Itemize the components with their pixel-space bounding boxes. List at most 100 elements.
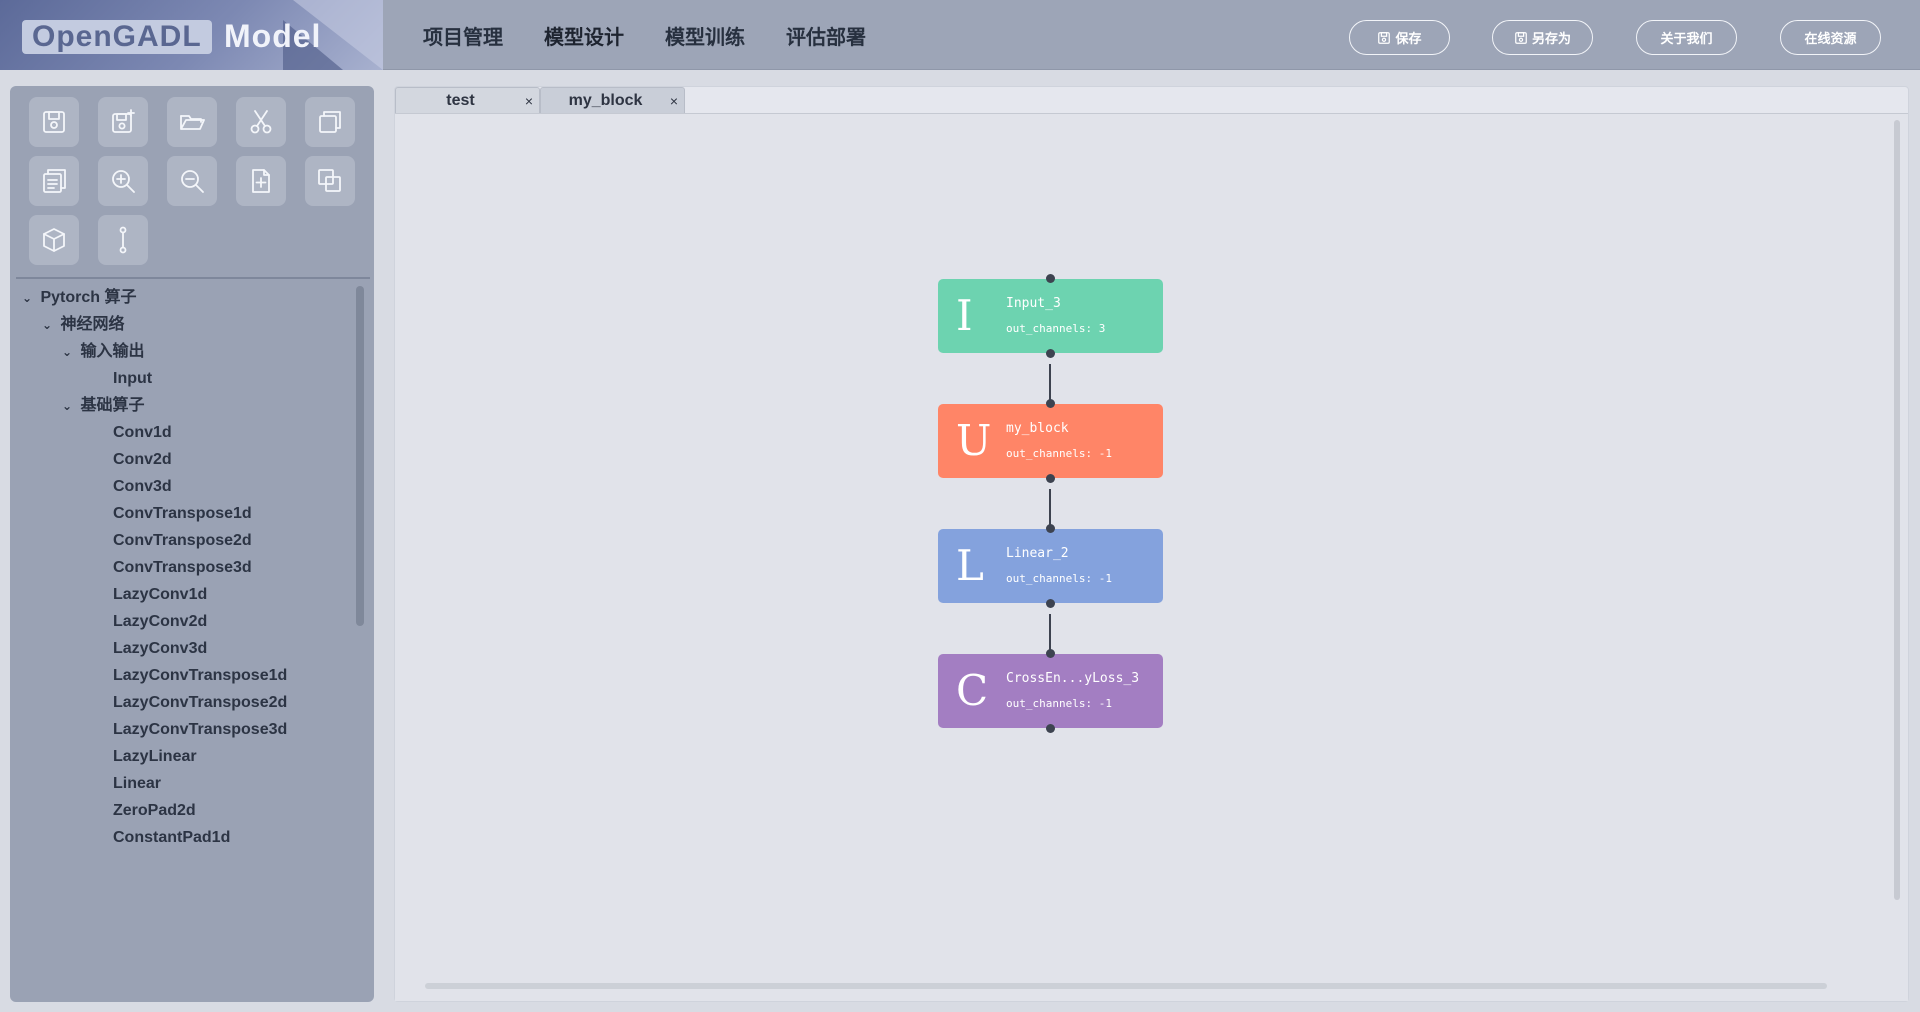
editor-area: test × my_block × I Input_3 out_channels… — [394, 86, 1909, 1002]
save-tool-button[interactable] — [29, 97, 79, 147]
canvas-horizontal-scrollbar[interactable] — [425, 983, 1827, 989]
tree-item-op[interactable]: ZeroPad2d — [113, 797, 196, 825]
tree-node-io[interactable]: ⌄ 输入输出 — [62, 338, 144, 366]
tree-item-op[interactable]: LazyConv1d — [113, 581, 207, 609]
about-us-button[interactable]: 关于我们 — [1636, 20, 1737, 55]
tree-item-input[interactable]: Input — [113, 365, 152, 393]
tree-item-op[interactable]: LazyConv3d — [113, 635, 207, 663]
tree-label: 输入输出 — [80, 343, 145, 360]
new-file-tool-button[interactable] — [236, 156, 286, 206]
logo-text-model: Model — [224, 18, 322, 54]
tree-item-op[interactable]: Conv3d — [113, 473, 172, 501]
online-resources-button[interactable]: 在线资源 — [1780, 20, 1881, 55]
zoom-in-icon — [112, 170, 135, 193]
node-name: Input_3 — [1006, 296, 1061, 311]
tree-node-basic-ops[interactable]: ⌄ 基础算子 — [62, 392, 144, 420]
open-folder-tool-button[interactable] — [167, 97, 217, 147]
node-param: out_channels: -1 — [1006, 697, 1112, 710]
menu-project-management[interactable]: 项目管理 — [423, 21, 503, 50]
save-as-tool-button[interactable] — [98, 97, 148, 147]
tree-label: Pytorch 算子 — [40, 289, 137, 306]
tree-item-op[interactable]: LazyConvTranspose3d — [113, 716, 287, 744]
connect-tool-button[interactable] — [98, 215, 148, 265]
save-icon — [1378, 31, 1391, 44]
main-menu: 项目管理 模型设计 模型训练 评估部署 — [423, 0, 907, 70]
save-as-icon — [112, 109, 135, 133]
menu-model-design[interactable]: 模型设计 — [544, 21, 624, 50]
chevron-down-icon: ⌄ — [62, 399, 73, 413]
block-tool-button[interactable] — [29, 215, 79, 265]
tree-item-op[interactable]: ConvTranspose3d — [113, 554, 252, 582]
save-button[interactable]: 保存 — [1349, 20, 1450, 55]
node-output-port[interactable] — [1046, 724, 1055, 733]
close-icon[interactable]: × — [670, 88, 678, 114]
node-input-port[interactable] — [1046, 524, 1055, 533]
node-output-port[interactable] — [1046, 349, 1055, 358]
graph-node-crossentropy[interactable]: C CrossEn...yLoss_3 out_channels: -1 — [938, 654, 1163, 728]
tab-label: my_block — [568, 92, 643, 109]
cut-tool-button[interactable] — [236, 97, 286, 147]
tree-item-op[interactable]: LazyConvTranspose1d — [113, 662, 287, 690]
node-output-port[interactable] — [1046, 599, 1055, 608]
scissors-icon — [250, 110, 272, 134]
tree-item-op[interactable]: LazyConvTranspose2d — [113, 689, 287, 717]
new-file-icon — [252, 169, 270, 193]
graph-node-linear[interactable]: L Linear_2 out_channels: -1 — [938, 529, 1163, 603]
menu-evaluate-deploy[interactable]: 评估部署 — [786, 21, 866, 50]
model-canvas[interactable]: I Input_3 out_channels: 3 U my_block out… — [395, 113, 1908, 1001]
save-as-button[interactable]: 另存为 — [1492, 20, 1593, 55]
tree-item-op[interactable]: ConvTranspose2d — [113, 527, 252, 555]
left-panel: ⌄ Pytorch 算子 ⌄ 神经网络 ⌄ 输入输出 Input ⌄ 基础算子 … — [10, 86, 374, 1002]
zoom-in-tool-button[interactable] — [98, 156, 148, 206]
menu-model-training[interactable]: 模型训练 — [665, 21, 745, 50]
node-input-port[interactable] — [1046, 649, 1055, 658]
graph-node-my-block[interactable]: U my_block out_channels: -1 — [938, 404, 1163, 478]
app-logo: OpenGADL Model — [0, 0, 383, 70]
copy-tool-button[interactable] — [305, 97, 355, 147]
node-output-port[interactable] — [1046, 474, 1055, 483]
graph-node-input[interactable]: I Input_3 out_channels: 3 — [938, 279, 1163, 353]
zoom-out-tool-button[interactable] — [167, 156, 217, 206]
node-param: out_channels: 3 — [1006, 322, 1106, 335]
duplicate-icon — [318, 169, 341, 192]
node-type-letter: C — [956, 666, 989, 715]
tree-label: 神经网络 — [60, 316, 125, 333]
tree-scrollbar[interactable] — [356, 286, 364, 626]
tab-label: test — [446, 92, 475, 109]
top-bar: OpenGADL Model 项目管理 模型设计 模型训练 评估部署 保存 另存… — [0, 0, 1920, 70]
node-input-port[interactable] — [1046, 399, 1055, 408]
node-name: my_block — [1006, 421, 1069, 436]
chevron-down-icon: ⌄ — [22, 291, 33, 305]
tree-item-op[interactable]: Conv2d — [113, 446, 172, 474]
tab-my-block[interactable]: my_block × — [540, 87, 685, 113]
node-input-port[interactable] — [1046, 274, 1055, 283]
tree-item-op[interactable]: LazyLinear — [113, 743, 197, 771]
paste-tool-button[interactable] — [29, 156, 79, 206]
about-us-button-label: 关于我们 — [1660, 31, 1713, 46]
chevron-down-icon: ⌄ — [62, 345, 73, 359]
online-resources-button-label: 在线资源 — [1804, 31, 1857, 46]
tab-test[interactable]: test × — [395, 87, 540, 113]
canvas-vertical-scrollbar[interactable] — [1894, 120, 1900, 900]
node-type-letter: L — [956, 541, 984, 590]
tree-item-op[interactable]: LazyConv2d — [113, 608, 207, 636]
cube-icon — [43, 228, 65, 252]
node-name: CrossEn...yLoss_3 — [1006, 671, 1140, 686]
edge-connection[interactable] — [1049, 489, 1051, 529]
duplicate-tool-button[interactable] — [305, 156, 355, 206]
zoom-out-icon — [181, 170, 204, 193]
tree-item-op[interactable]: Conv1d — [113, 419, 172, 447]
edge-connection[interactable] — [1049, 364, 1051, 404]
node-name: Linear_2 — [1006, 546, 1069, 561]
tree-item-op[interactable]: ConstantPad1d — [113, 824, 230, 852]
save-button-label: 保存 — [1395, 31, 1422, 46]
tree-node-pytorch[interactable]: ⌄ Pytorch 算子 — [22, 284, 136, 312]
copy-icon — [319, 111, 341, 133]
tree-item-op[interactable]: ConvTranspose1d — [113, 500, 252, 528]
tree-item-op[interactable]: Linear — [113, 770, 161, 798]
folder-open-icon — [180, 115, 205, 130]
tree-node-neural-network[interactable]: ⌄ 神经网络 — [42, 311, 124, 339]
node-type-letter: I — [956, 291, 973, 340]
edge-connection[interactable] — [1049, 614, 1051, 654]
close-icon[interactable]: × — [525, 88, 533, 114]
